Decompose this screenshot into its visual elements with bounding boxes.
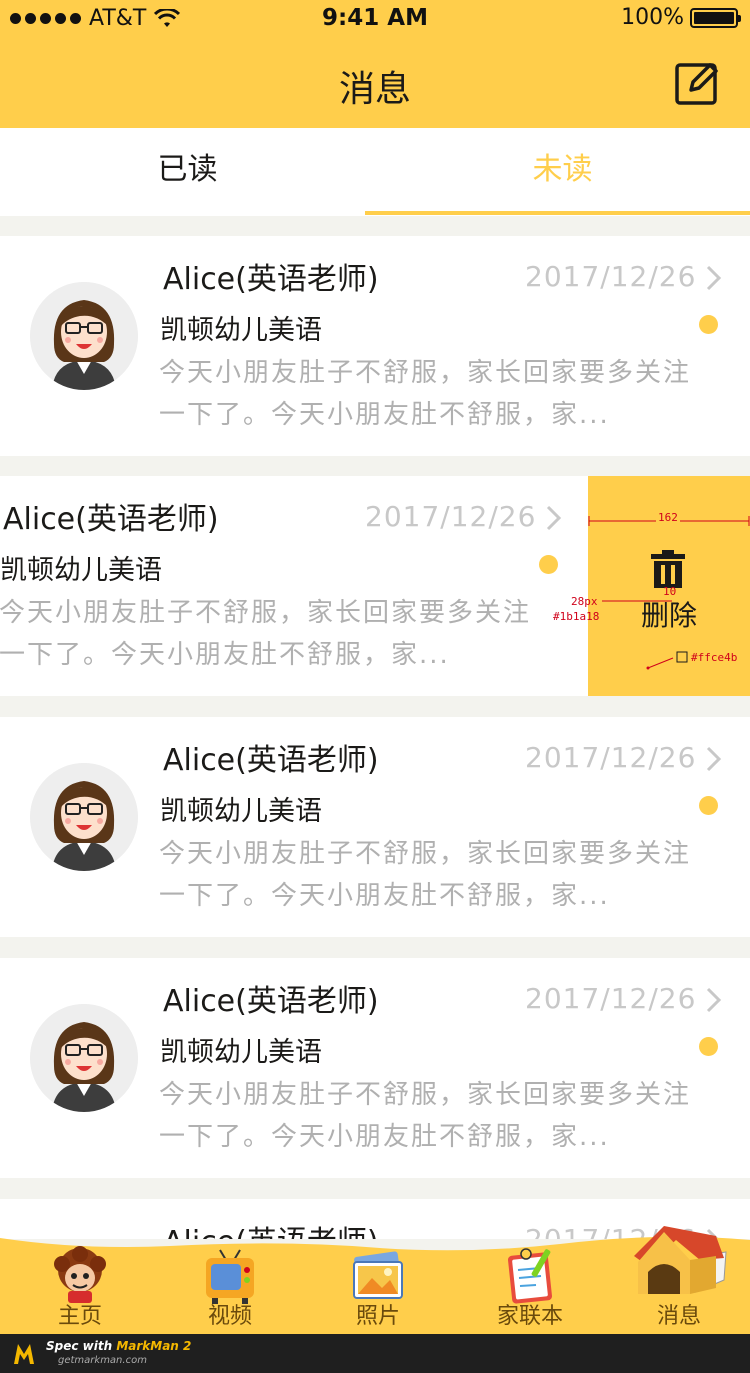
message-date: 2017/12/26	[365, 500, 537, 533]
markman-url: getmarkman.com	[58, 1355, 147, 1366]
tab-unread[interactable]: 未读	[375, 128, 750, 216]
status-right: 100%	[621, 5, 741, 30]
message-preview: 今天小朋友肚子不舒服，家长回家要多关注一下了。今天小朋友肚不舒服，家...	[159, 839, 692, 911]
video-icon	[206, 1249, 254, 1304]
markman-logo	[14, 1344, 34, 1364]
color-pointer	[646, 651, 688, 670]
tab-label: 主页	[57, 1304, 102, 1329]
status-bar: AT&T 9:41 AM 100%	[0, 0, 750, 40]
message-sender: Alice(英语老师)	[163, 262, 379, 297]
battery-icon	[690, 7, 741, 28]
bg-color-annotation: #ffce4b	[691, 651, 738, 664]
battery-percent: 100%	[621, 5, 684, 30]
text-color-annotation: #1b1a18	[553, 610, 600, 623]
message-sender: Alice(英语老师)	[3, 502, 219, 537]
tab-photo[interactable]: 照片	[303, 1228, 453, 1334]
message-item[interactable]: Alice(英语老师) 2017/12/26 凯顿幼儿美语 今天小朋友肚子不舒服…	[0, 717, 750, 937]
width-annotation: 162	[656, 511, 680, 524]
avatar	[30, 1004, 138, 1112]
tab-message[interactable]: 消息	[604, 1226, 750, 1334]
message-item[interactable]: Alice(英语老师) 2017/12/26 凯顿幼儿美语 今天小朋友肚子不舒服…	[0, 236, 750, 456]
chevron-right-icon	[546, 505, 562, 531]
message-item-swiped[interactable]: Alice(英语老师) 2017/12/26 凯顿幼儿美语 今天小朋友肚子不舒服…	[0, 476, 750, 696]
unread-dot	[699, 1037, 718, 1056]
unread-dot	[539, 555, 558, 574]
message-preview: 今天小朋友肚子不舒服，家长回家要多关注一下了。今天小朋友肚不舒服，家...	[159, 358, 692, 430]
message-sender: Alice(英语老师)	[163, 984, 379, 1019]
message-school: 凯顿幼儿美语	[0, 555, 162, 586]
unread-dot	[699, 315, 718, 334]
unread-dot	[699, 796, 718, 815]
tab-label: 家联本	[496, 1304, 563, 1329]
compose-icon[interactable]	[674, 60, 720, 106]
message-preview: 今天小朋友肚子不舒服，家长回家要多关注一下了。今天小朋友肚不舒服，家...	[0, 598, 532, 670]
markman-footer: Spec with MarkMan 2 getmarkman.com	[0, 1334, 750, 1373]
font-size-annotation: 28px	[571, 595, 598, 608]
avatar	[30, 763, 138, 871]
trash-icon	[651, 550, 685, 588]
tab-notebook[interactable]: 家联本	[455, 1228, 605, 1334]
chevron-right-icon	[706, 987, 722, 1013]
message-preview: 今天小朋友肚子不舒服，家长回家要多关注一下了。今天小朋友肚不舒服，家...	[159, 1080, 692, 1152]
gap-annotation: 10	[663, 585, 677, 598]
tab-label: 视频	[207, 1304, 252, 1329]
chevron-right-icon	[706, 265, 722, 291]
tab-label: 照片	[355, 1304, 400, 1329]
bottom-tab-bar: 主页 视频 照片 家联本 消息	[0, 1226, 750, 1334]
message-school: 凯顿幼儿美语	[160, 1037, 322, 1068]
tab-read[interactable]: 已读	[0, 128, 375, 216]
message-date: 2017/12/26	[525, 741, 697, 774]
font-measure-line	[602, 600, 672, 602]
page-title: 消息	[338, 69, 411, 110]
message-school: 凯顿幼儿美语	[160, 315, 322, 346]
message-date: 2017/12/26	[525, 260, 697, 293]
nav-bar: 消息	[0, 40, 750, 128]
message-school: 凯顿幼儿美语	[160, 796, 322, 827]
message-house-icon	[634, 1226, 727, 1294]
photo-icon	[353, 1251, 403, 1299]
tabs: 已读 未读	[0, 128, 750, 216]
avatar	[30, 282, 138, 390]
chevron-right-icon	[706, 746, 722, 772]
message-item[interactable]: Alice(英语老师) 2017/12/26 凯顿幼儿美语 今天小朋友肚子不舒服…	[0, 958, 750, 1178]
home-icon	[54, 1246, 106, 1303]
notebook-icon	[507, 1248, 553, 1304]
message-sender: Alice(英语老师)	[163, 743, 379, 778]
tab-home[interactable]: 主页	[5, 1228, 155, 1334]
tab-video[interactable]: 视频	[155, 1228, 305, 1334]
tab-label: 消息	[656, 1304, 701, 1329]
message-date: 2017/12/26	[525, 982, 697, 1015]
markman-spec-label: Spec with MarkMan 2	[46, 1339, 192, 1353]
active-tab-indicator	[365, 211, 750, 215]
